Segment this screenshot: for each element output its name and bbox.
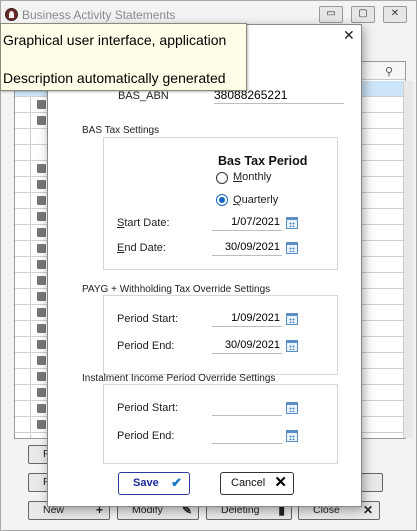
quarterly-label[interactable]: Quarterly <box>233 194 278 206</box>
app-icon <box>5 8 18 21</box>
checkmark-icon: ✔ <box>171 475 182 490</box>
lock-icon <box>37 196 46 205</box>
lock-icon <box>37 292 46 301</box>
lock-icon <box>37 212 46 221</box>
lock-icon <box>37 404 46 413</box>
lock-icon <box>37 372 46 381</box>
side-button[interactable] <box>361 473 383 492</box>
lock-icon <box>37 228 46 237</box>
tooltip: Graphical user interface, application De… <box>0 23 247 91</box>
monthly-label[interactable]: Monthly <box>233 171 272 183</box>
quarterly-radio[interactable] <box>216 194 228 206</box>
lock-icon <box>37 260 46 269</box>
tooltip-line-2: Description automatically generated <box>3 70 226 86</box>
payg-end-field[interactable]: 30/09/2021 <box>212 337 282 354</box>
minimize-icon[interactable]: ▭ <box>319 6 343 23</box>
lock-icon <box>37 356 46 365</box>
lock-icon <box>37 340 46 349</box>
tooltip-line-1: Graphical user interface, application <box>3 32 227 48</box>
lock-icon <box>37 100 46 109</box>
monthly-radio[interactable] <box>216 172 228 184</box>
close-window-icon[interactable]: ✕ <box>383 6 407 23</box>
close-x-icon: ✕ <box>362 503 373 517</box>
inst-group-title: Instalment Income Period Override Settin… <box>82 373 276 384</box>
instalment-override-group: Period Start: Period End: <box>103 384 338 464</box>
calendar-icon[interactable] <box>286 402 298 414</box>
abn-label: BAS_ABN <box>118 90 169 102</box>
calendar-icon[interactable] <box>286 340 298 352</box>
lock-icon <box>37 180 46 189</box>
inst-start-field[interactable] <box>212 399 282 416</box>
lock-icon <box>37 244 46 253</box>
bas-settings-dialog: ✕ BAS_ABN 38088265221 BAS Tax Settings B… <box>47 24 362 507</box>
bas-period-heading: Bas Tax Period <box>218 154 308 168</box>
grid-scrollbar[interactable] <box>403 81 413 438</box>
lock-icon <box>37 116 46 125</box>
payg-start-label: Period Start: <box>117 313 179 325</box>
payg-end-label: Period End: <box>117 340 175 352</box>
save-button-label: Save <box>133 477 159 489</box>
payg-override-group: Period Start: 1/09/2021 Period End: 30/0… <box>103 295 338 375</box>
close-icon[interactable]: ✕ <box>343 28 355 44</box>
calendar-icon[interactable] <box>286 430 298 442</box>
search-icon[interactable]: ⚲ <box>385 65 393 78</box>
window-title: Business Activity Statements <box>22 8 176 22</box>
calendar-icon[interactable] <box>286 313 298 325</box>
lock-icon <box>37 308 46 317</box>
inst-end-field[interactable] <box>212 427 282 444</box>
lock-icon <box>37 388 46 397</box>
inst-end-label: Period End: <box>117 430 175 442</box>
lock-icon <box>37 276 46 285</box>
lock-icon <box>37 420 46 429</box>
lock-icon <box>37 324 46 333</box>
save-button[interactable]: Save ✔ <box>118 472 190 495</box>
calendar-icon[interactable] <box>286 217 298 229</box>
cancel-button-label: Cancel <box>231 477 266 489</box>
bas-tax-settings-group: Bas Tax Period Monthly Quarterly Start D… <box>103 137 338 270</box>
lock-icon <box>37 164 46 173</box>
maximize-icon[interactable]: ▢ <box>351 6 375 23</box>
start-date-field[interactable]: 1/07/2021 <box>212 214 282 231</box>
end-date-label: End Date: <box>117 242 166 254</box>
bas-group-title: BAS Tax Settings <box>82 125 160 136</box>
calendar-icon[interactable] <box>286 242 298 254</box>
payg-group-title: PAYG + Withholding Tax Override Settings <box>82 284 271 295</box>
inst-start-label: Period Start: <box>117 402 179 414</box>
cancel-button[interactable]: Cancel ✕ <box>220 472 294 495</box>
payg-start-field[interactable]: 1/09/2021 <box>212 310 282 327</box>
start-date-label: Start Date: <box>117 217 170 229</box>
close-x-icon: ✕ <box>274 474 287 491</box>
end-date-field[interactable]: 30/09/2021 <box>212 239 282 256</box>
